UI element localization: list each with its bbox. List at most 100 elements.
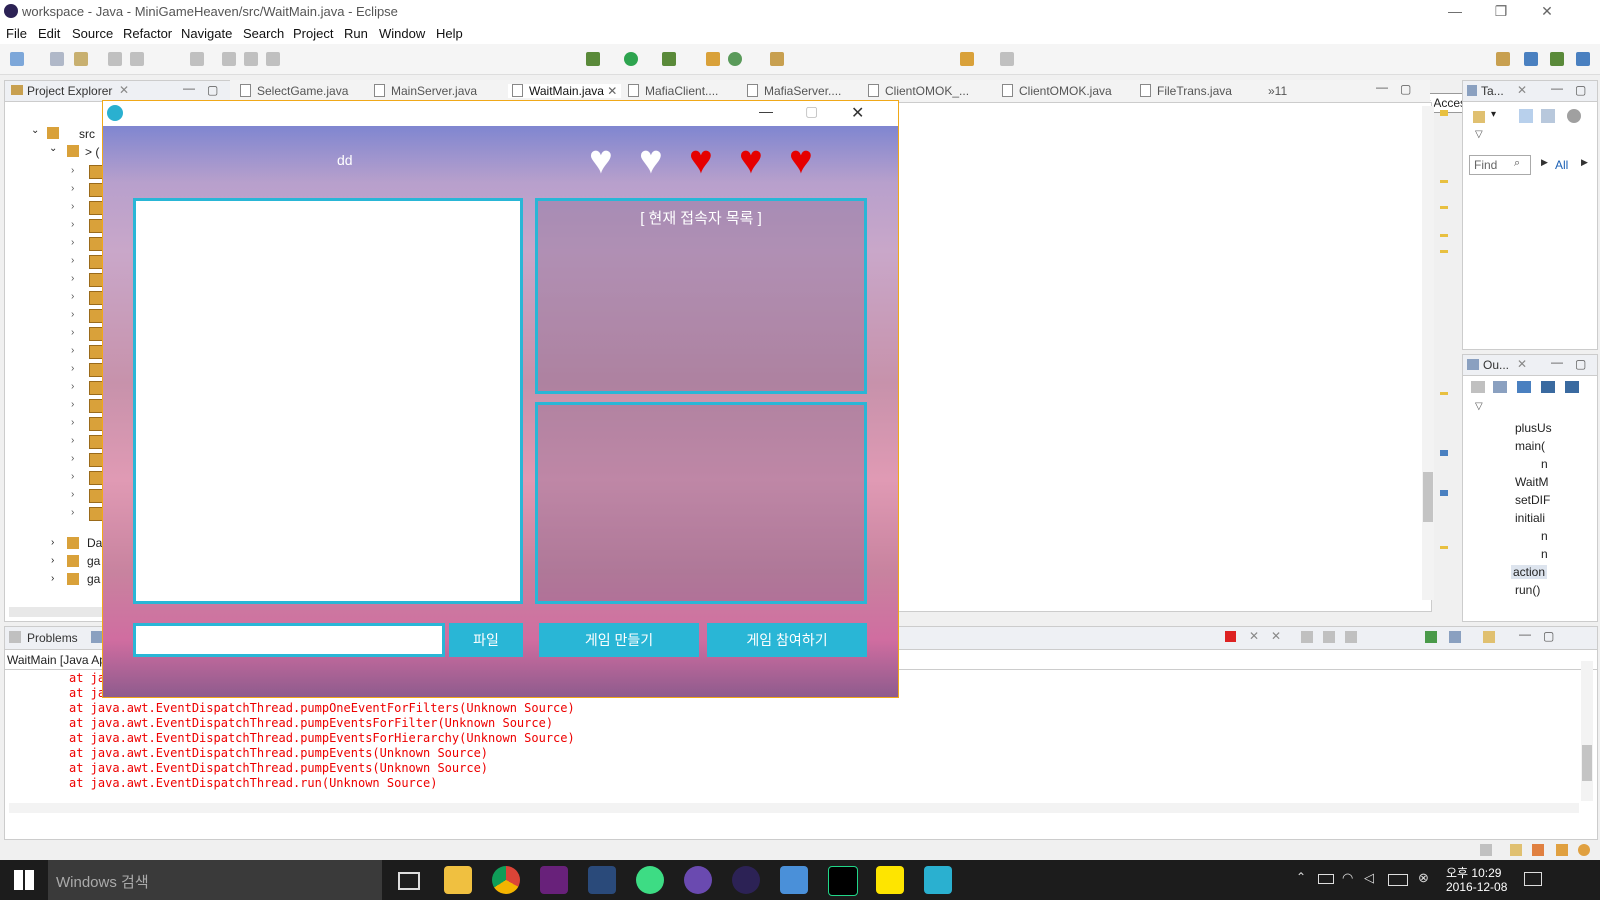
task-list-title[interactable]: Ta... (1481, 84, 1504, 98)
save-icon[interactable] (50, 52, 64, 66)
console-vertical-scrollbar[interactable] (1581, 661, 1593, 801)
volume-icon[interactable]: ◁ (1364, 870, 1374, 886)
file-explorer-icon[interactable] (444, 866, 472, 894)
minimize-editor-icon[interactable]: — (1376, 80, 1388, 94)
chevron-right-icon[interactable]: › (51, 573, 54, 584)
windows-start-icon[interactable] (14, 870, 34, 890)
taskbar-search-box[interactable]: Windows 검색 (48, 860, 382, 900)
chevron-right-icon[interactable]: › (51, 555, 54, 566)
sort-icon[interactable] (1471, 381, 1485, 393)
chevron-down-icon[interactable]: ⌄ (49, 143, 57, 154)
menu-window[interactable]: Window (379, 26, 425, 41)
menu-refactor[interactable]: Refactor (123, 26, 172, 41)
view-menu-icon[interactable]: ▽ (1475, 401, 1483, 412)
editor-tab[interactable]: MafiaClient.... (628, 84, 718, 98)
menu-help[interactable]: Help (436, 26, 463, 41)
tree-item[interactable]: ga (87, 554, 100, 568)
outline-item[interactable]: initiali (1515, 511, 1545, 525)
chat-input[interactable] (133, 623, 445, 657)
menu-run[interactable]: Run (344, 26, 368, 41)
outline-item[interactable]: plusUs (1515, 421, 1552, 435)
notepad-icon[interactable] (780, 866, 808, 894)
project-explorer-title[interactable]: Project Explorer (27, 84, 112, 98)
close-view-icon[interactable]: ✕ (1517, 83, 1527, 97)
ruler-marker[interactable] (1440, 450, 1448, 456)
editor-tab[interactable]: MainServer.java (374, 84, 477, 98)
maximize-icon[interactable]: ❐ (1478, 0, 1524, 24)
minimize-view-icon[interactable]: — (1551, 81, 1563, 95)
join-game-button[interactable]: 게임 참여하기 (707, 623, 867, 657)
status-icon[interactable] (1480, 844, 1492, 856)
outline-item[interactable]: run() (1515, 583, 1540, 597)
sort-alpha-icon[interactable] (1517, 381, 1531, 393)
maximize-icon[interactable]: ▢ (805, 103, 818, 120)
kakaotalk-icon[interactable] (876, 866, 904, 894)
ruler-marker[interactable] (1440, 206, 1448, 209)
app-blue-icon[interactable] (588, 866, 616, 894)
minimize-icon[interactable]: — (1432, 0, 1478, 24)
chat-area[interactable] (133, 198, 523, 604)
editor-tab-active[interactable]: WaitMain.java ✕ (508, 84, 622, 98)
ruler-marker[interactable] (1440, 392, 1448, 395)
external-tools-icon[interactable] (662, 52, 676, 66)
eclipse-icon[interactable] (732, 866, 760, 894)
maximize-view-icon[interactable]: ▢ (207, 83, 218, 97)
close-icon[interactable]: ✕ (851, 103, 864, 123)
tree-item[interactable]: Da (87, 536, 102, 550)
display-console-icon[interactable] (1449, 631, 1461, 643)
schedule-icon[interactable] (1541, 109, 1555, 123)
editor-vertical-scrollbar[interactable] (1422, 106, 1434, 600)
ruler-marker[interactable] (1440, 490, 1448, 496)
forward-icon[interactable] (1000, 52, 1014, 66)
maximize-view-icon[interactable]: ▢ (1575, 83, 1586, 97)
outline-item[interactable]: WaitM (1515, 475, 1549, 489)
tab-problems[interactable]: Problems (27, 631, 78, 645)
user-list-panel[interactable]: [ 현재 접속자 목록 ] (535, 198, 867, 394)
editor-tab[interactable]: ClientOMOK.java (1002, 84, 1112, 98)
ruler-marker[interactable] (1440, 250, 1448, 253)
status-icon[interactable] (1578, 844, 1590, 856)
status-icon[interactable] (1510, 844, 1522, 856)
minimize-view-icon[interactable]: — (1551, 355, 1563, 369)
java-perspective-icon[interactable] (1524, 52, 1538, 66)
pycharm-icon[interactable] (828, 866, 858, 896)
find-input[interactable]: Find ⌕ (1469, 155, 1531, 175)
new-java-class-icon[interactable] (728, 52, 742, 66)
close-icon[interactable]: ✕ (1524, 0, 1570, 24)
run-icon[interactable] (624, 52, 638, 66)
battery-icon[interactable] (1318, 874, 1334, 884)
create-game-button[interactable]: 게임 만들기 (539, 623, 699, 657)
new-icon[interactable] (10, 52, 24, 66)
pin-console-icon[interactable] (1425, 631, 1437, 643)
menu-edit[interactable]: Edit (38, 26, 60, 41)
categorize-icon[interactable] (1519, 109, 1533, 123)
suspend-icon[interactable] (244, 52, 258, 66)
maximize-view-icon[interactable]: ▢ (1543, 629, 1554, 643)
chevron-right-icon[interactable]: › (51, 537, 54, 548)
open-type-icon[interactable] (770, 52, 784, 66)
menu-project[interactable]: Project (293, 26, 333, 41)
tree-item-package[interactable]: > ( (85, 145, 99, 159)
chevron-down-icon[interactable]: ⌄ (31, 125, 39, 136)
ruler-marker[interactable] (1440, 234, 1448, 237)
menu-source[interactable]: Source (72, 26, 113, 41)
outline-title[interactable]: Ou... (1483, 358, 1509, 372)
clock-time[interactable]: 오후 10:29 (1446, 864, 1501, 881)
minimize-view-icon[interactable]: — (183, 81, 195, 95)
save-all-icon[interactable] (108, 52, 122, 66)
editor-tab[interactable]: MafiaServer.... (747, 84, 841, 98)
outline-item[interactable]: n (1541, 457, 1548, 471)
open-icon[interactable] (74, 52, 88, 66)
scroll-thumb[interactable] (1582, 745, 1592, 781)
outline-item-selected[interactable]: action (1511, 565, 1548, 579)
focus-icon[interactable] (1567, 109, 1581, 123)
minimize-view-icon[interactable]: — (1519, 627, 1531, 641)
chevron-down-icon[interactable]: ▾ (1491, 109, 1496, 120)
editor-tab[interactable]: SelectGame.java (240, 84, 348, 98)
outline-item[interactable]: setDIF (1515, 493, 1550, 507)
chrome-icon[interactable] (492, 866, 520, 894)
clear-console-icon[interactable] (1301, 631, 1313, 643)
outline-item[interactable]: main( (1515, 439, 1545, 453)
collapse-all-icon[interactable] (1493, 381, 1507, 393)
resume-icon[interactable] (222, 52, 236, 66)
